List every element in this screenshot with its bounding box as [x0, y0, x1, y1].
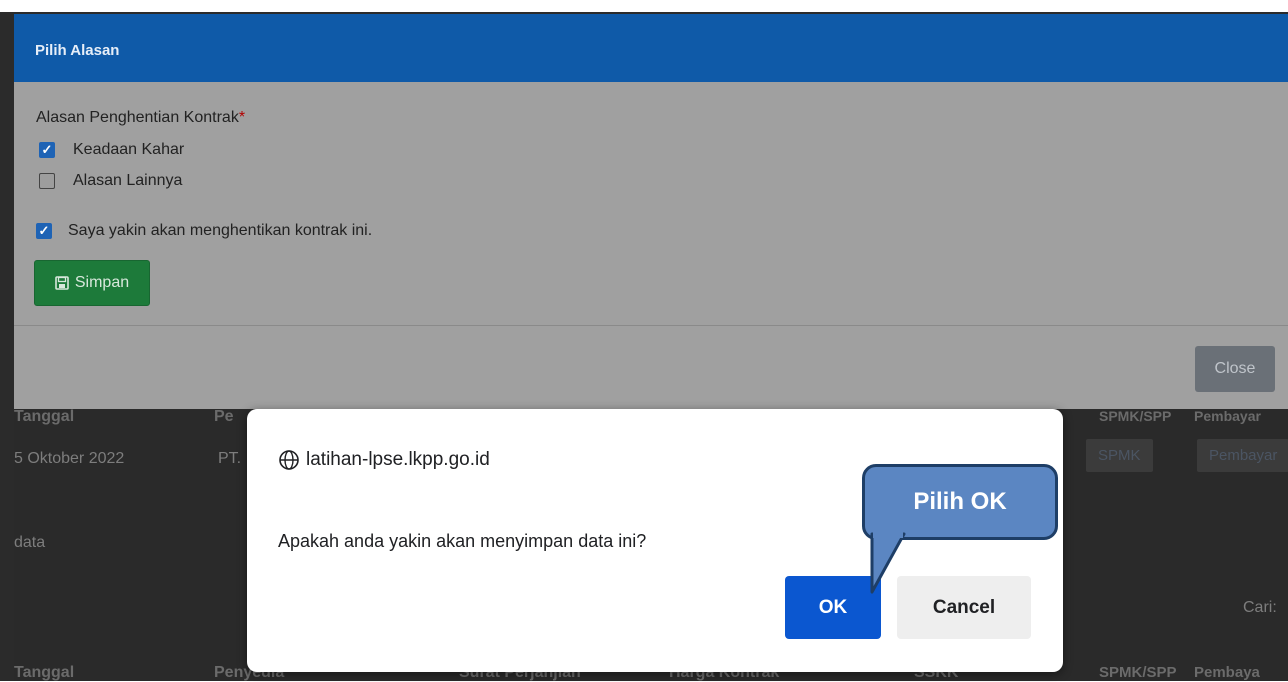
table2-header-spmk: SPMK/SPP — [1099, 664, 1177, 681]
checkbox-keadaan-kahar[interactable] — [39, 142, 55, 158]
dialog-origin-text: latihan-lpse.lkpp.go.id — [306, 449, 490, 470]
option-alasan-lainnya[interactable]: Alasan Lainnya — [39, 172, 182, 190]
checkbox-alasan-lainnya[interactable] — [39, 173, 55, 189]
modal-title: Pilih Alasan — [35, 42, 120, 59]
option-label-alasan-lainnya: Alasan Lainnya — [73, 172, 183, 189]
ok-button[interactable]: OK — [785, 576, 881, 639]
table-header-penyedia: Pe — [214, 408, 234, 425]
checkbox-confirm[interactable] — [36, 223, 52, 239]
table-header-pembayaran: Pembayar — [1194, 408, 1261, 424]
field-label-text: Alasan Penghentian Kontrak — [36, 109, 239, 126]
close-button[interactable]: Close — [1195, 346, 1275, 392]
table-cell-penyedia: PT. — [218, 450, 242, 467]
save-button[interactable]: Simpan — [34, 260, 150, 306]
modal-header: Pilih Alasan — [14, 14, 1288, 82]
frame-top-border — [0, 0, 1288, 12]
table2-header-tanggal: Tanggal — [14, 664, 75, 681]
field-label-alasan: Alasan Penghentian Kontrak* — [36, 109, 245, 127]
option-keadaan-kahar[interactable]: Keadaan Kahar — [39, 141, 184, 159]
modal-footer-divider — [14, 325, 1288, 326]
table-cell-date: 5 Oktober 2022 — [14, 450, 125, 467]
dialog-origin: latihan-lpse.lkpp.go.id — [278, 449, 490, 471]
callout-pointer — [870, 530, 906, 594]
table-header-tanggal: Tanggal — [14, 408, 75, 425]
option-label-keadaan-kahar: Keadaan Kahar — [73, 141, 185, 158]
spmk-button[interactable]: SPMK — [1086, 439, 1153, 472]
pilih-alasan-modal: Pilih Alasan Alasan Penghentian Kontrak*… — [14, 14, 1288, 409]
pembayaran-button[interactable]: Pembayar — [1197, 439, 1288, 472]
required-mark: * — [238, 109, 246, 126]
dialog-message: Apakah anda yakin akan menyimpan data in… — [278, 531, 647, 551]
confirm-dialog: latihan-lpse.lkpp.go.id Apakah anda yaki… — [247, 409, 1063, 672]
callout-bubble: Pilih OK — [862, 464, 1058, 540]
confirm-label: Saya yakin akan menghentikan kontrak ini… — [68, 222, 373, 239]
table-header-spmk: SPMK/SPP — [1099, 408, 1172, 424]
floppy-disk-icon — [55, 276, 69, 290]
globe-icon — [279, 450, 299, 470]
data-info-text: data — [14, 534, 46, 551]
search-label: Cari: — [1243, 599, 1277, 616]
save-button-label: Simpan — [74, 274, 130, 291]
table2-header-pembayaran: Pembaya — [1194, 664, 1260, 681]
confirm-checkbox-row[interactable]: Saya yakin akan menghentikan kontrak ini… — [36, 222, 372, 240]
